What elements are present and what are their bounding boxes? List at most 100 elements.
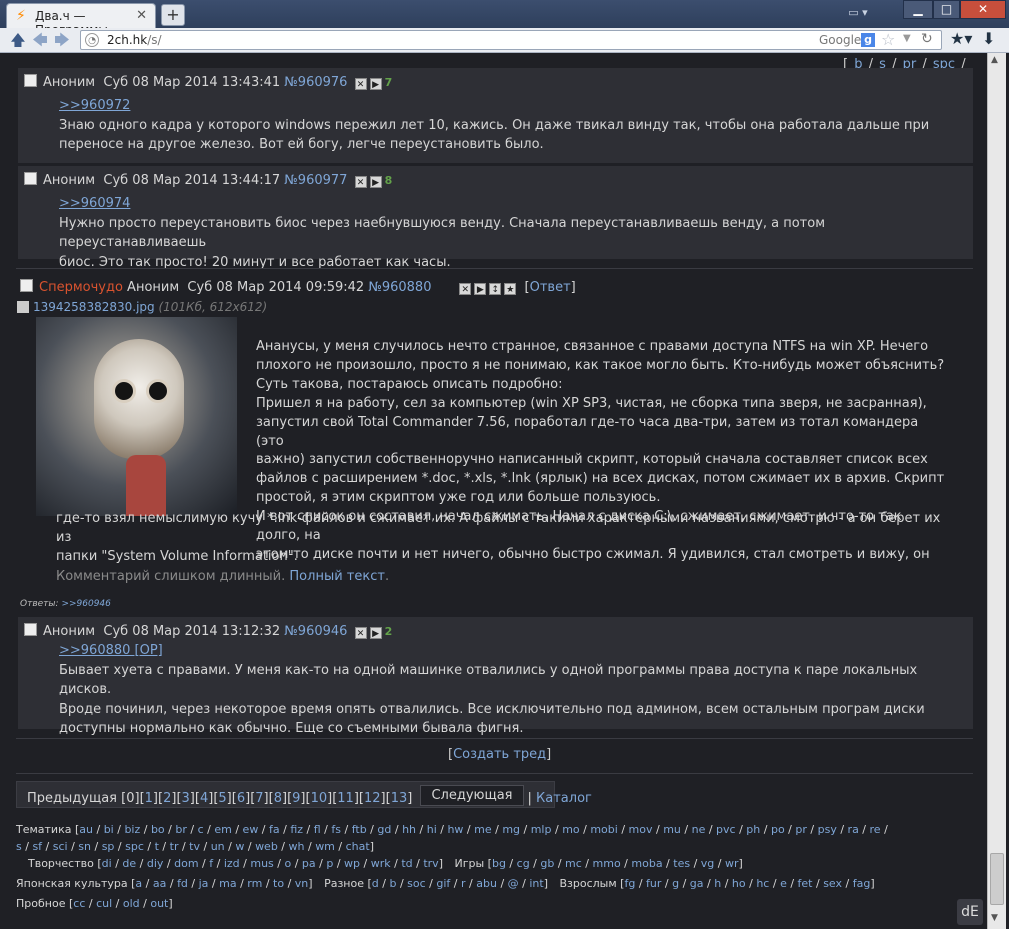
board-link-cul[interactable]: cul: [96, 897, 112, 910]
board-link-old[interactable]: old: [123, 897, 140, 910]
board-link-to[interactable]: to: [273, 877, 284, 890]
back-icon[interactable]: 🡄: [30, 30, 50, 50]
board-link-soc[interactable]: soc: [407, 877, 426, 890]
board-link-g[interactable]: g: [672, 877, 679, 890]
search-engine-label[interactable]: Google: [819, 33, 861, 47]
page-link-4[interactable]: 4: [200, 791, 208, 806]
scrollbar[interactable]: ▲ ▼: [987, 53, 1006, 929]
post-number[interactable]: №960880: [368, 280, 431, 295]
board-link-ne[interactable]: ne: [692, 823, 706, 836]
board-link-dom[interactable]: dom: [174, 857, 198, 870]
close-tab-icon[interactable]: ✕: [136, 8, 147, 23]
home-icon[interactable]: 🡅: [8, 30, 28, 50]
post-checkbox[interactable]: [24, 172, 37, 185]
board-link-ra[interactable]: ra: [848, 823, 859, 836]
bookmarks-icon[interactable]: ★▾: [950, 29, 972, 48]
post-checkbox[interactable]: [24, 623, 37, 636]
board-link-bg[interactable]: bg: [492, 857, 506, 870]
bookmark-star-icon[interactable]: ☆: [881, 30, 895, 49]
expand-icon[interactable]: ▶: [369, 176, 382, 188]
forward-icon[interactable]: 🡆: [52, 30, 72, 50]
board-link-o[interactable]: o: [284, 857, 291, 870]
hide-icon[interactable]: ✕: [459, 283, 472, 295]
board-link-sci[interactable]: sci: [53, 840, 68, 853]
board-link-aa[interactable]: aa: [153, 877, 166, 890]
address-bar[interactable]: ◔ 2ch.hk/s/ Google g ☆ ▼ ↻: [80, 30, 942, 50]
board-link-b[interactable]: b: [389, 877, 396, 890]
download-icon[interactable]: ⬇: [982, 29, 995, 48]
board-link-ho[interactable]: ho: [732, 877, 746, 890]
board-link-mg[interactable]: mg: [502, 823, 520, 836]
board-link-un[interactable]: un: [211, 840, 225, 853]
board-link-diy[interactable]: diy: [147, 857, 164, 870]
board-link-int[interactable]: int: [529, 877, 543, 890]
board-link-wh[interactable]: wh: [289, 840, 305, 853]
page-link-13[interactable]: 13: [391, 791, 408, 806]
board-link-de[interactable]: de: [122, 857, 136, 870]
hide-icon[interactable]: ✕: [354, 627, 367, 639]
google-icon[interactable]: g: [861, 33, 875, 47]
board-link-sp[interactable]: sp: [102, 840, 115, 853]
board-link-@[interactable]: @: [508, 877, 519, 890]
close-window-button[interactable]: ✕: [960, 0, 1006, 19]
board-link-gif[interactable]: gif: [436, 877, 450, 890]
board-link-mus[interactable]: mus: [250, 857, 273, 870]
post-checkbox[interactable]: [24, 74, 37, 87]
board-link-fd[interactable]: fd: [177, 877, 188, 890]
board-link-fur[interactable]: fur: [646, 877, 661, 890]
board-link-vg[interactable]: vg: [701, 857, 715, 870]
board-link-gd[interactable]: gd: [377, 823, 391, 836]
board-link-t[interactable]: t: [155, 840, 159, 853]
board-link-mc[interactable]: mc: [565, 857, 582, 870]
board-link-mlp[interactable]: mlp: [531, 823, 552, 836]
board-link-bi[interactable]: bi: [104, 823, 114, 836]
catalog-link[interactable]: Каталог: [536, 791, 592, 806]
board-link-mmo[interactable]: mmo: [593, 857, 621, 870]
tab-list-icon[interactable]: ▭ ▾: [840, 4, 876, 22]
board-link-cg[interactable]: cg: [517, 857, 530, 870]
minimize-button[interactable]: ▁: [903, 0, 933, 19]
post-image[interactable]: [36, 317, 237, 516]
board-link-wp[interactable]: wp: [344, 857, 360, 870]
board-link-fa[interactable]: fa: [269, 823, 280, 836]
board-link-ftb[interactable]: ftb: [352, 823, 367, 836]
board-link-f[interactable]: f: [209, 857, 213, 870]
board-link-biz[interactable]: biz: [124, 823, 140, 836]
browser-tab[interactable]: ⚡ Два.ч — Программы ✕: [6, 3, 156, 37]
board-link-fet[interactable]: fet: [798, 877, 813, 890]
page-link-11[interactable]: 11: [337, 791, 354, 806]
board-link-w[interactable]: w: [235, 840, 244, 853]
board-link-hh[interactable]: hh: [402, 823, 416, 836]
board-link-td[interactable]: td: [401, 857, 412, 870]
favorite-star-icon[interactable]: ★: [504, 283, 517, 295]
reply-link[interactable]: Ответ: [530, 280, 571, 295]
scroll-down-icon[interactable]: ▼: [991, 913, 998, 923]
board-link-tv[interactable]: tv: [189, 840, 200, 853]
reload-icon[interactable]: ↻: [921, 31, 933, 47]
page-link-3[interactable]: 3: [182, 791, 190, 806]
file-link[interactable]: 1394258382830.jpg: [33, 300, 155, 314]
hide-icon[interactable]: ✕: [354, 176, 367, 188]
board-link-mo[interactable]: mo: [562, 823, 579, 836]
board-link-trv[interactable]: trv: [423, 857, 438, 870]
board-link-wrk[interactable]: wrk: [371, 857, 391, 870]
next-page-button[interactable]: Следующая: [420, 785, 524, 806]
board-link-pvc[interactable]: pvc: [716, 823, 736, 836]
board-link-r[interactable]: r: [461, 877, 466, 890]
url-text[interactable]: 2ch.hk/s/: [107, 33, 162, 47]
board-link-re[interactable]: re: [870, 823, 881, 836]
board-link-sex[interactable]: sex: [823, 877, 842, 890]
board-link-h[interactable]: h: [714, 877, 721, 890]
board-link-gb[interactable]: gb: [540, 857, 554, 870]
board-link-out[interactable]: out: [150, 897, 168, 910]
board-link-fag[interactable]: fag: [853, 877, 871, 890]
board-link-di[interactable]: di: [102, 857, 112, 870]
board-link-ma[interactable]: ma: [219, 877, 236, 890]
board-link-chat[interactable]: chat: [346, 840, 370, 853]
page-link-5[interactable]: 5: [218, 791, 226, 806]
page-link-10[interactable]: 10: [311, 791, 328, 806]
board-link-bo[interactable]: bo: [151, 823, 165, 836]
board-link-ph[interactable]: ph: [746, 823, 760, 836]
board-link-c[interactable]: c: [198, 823, 204, 836]
board-link-s[interactable]: s: [16, 840, 22, 853]
